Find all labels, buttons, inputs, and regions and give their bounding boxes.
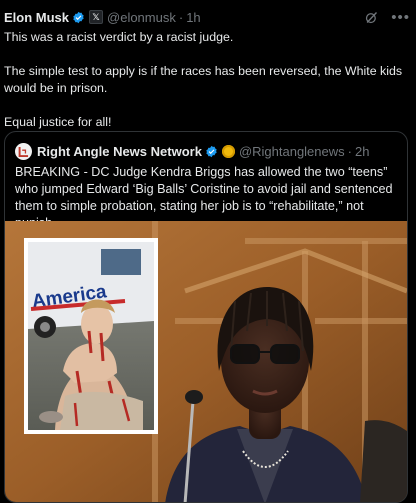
post[interactable]: Elon Musk 𝕏 @elonmusk · 1h ••• This was … <box>0 0 416 503</box>
quote-avatar[interactable] <box>15 142 32 160</box>
author-handle[interactable]: @elonmusk <box>107 10 176 25</box>
separator-dot: · <box>347 143 352 159</box>
author-name[interactable]: Elon Musk <box>4 10 69 25</box>
verified-badge-icon <box>73 11 84 23</box>
post-header: Elon Musk 𝕏 @elonmusk · 1h ••• <box>4 7 410 27</box>
inset-photo: America <box>24 238 158 434</box>
x-affiliate-badge-icon: 𝕏 <box>89 10 104 24</box>
grok-icon[interactable] <box>364 10 379 25</box>
post-text: This was a racist verdict by a racist ju… <box>4 29 409 131</box>
quote-time[interactable]: 2h <box>355 144 369 159</box>
right-angle-logo-icon <box>18 146 29 157</box>
quote-media[interactable]: America <box>5 221 407 502</box>
separator-dot: · <box>178 9 184 25</box>
verified-badge-icon <box>206 145 217 157</box>
post-time[interactable]: 1h <box>186 10 200 25</box>
gold-coin-badge-icon <box>221 144 235 158</box>
quote-author-name[interactable]: Right Angle News Network <box>37 144 202 159</box>
quote-header: Right Angle News Network @Rightanglenews… <box>15 142 399 160</box>
more-icon[interactable]: ••• <box>391 10 410 25</box>
quoted-post[interactable]: Right Angle News Network @Rightanglenews… <box>4 131 408 503</box>
quoted-photo: America <box>5 221 407 502</box>
quote-author-handle[interactable]: @Rightanglenews <box>239 144 345 159</box>
post-paragraph: This was a racist verdict by a racist ju… <box>4 30 234 44</box>
post-paragraph: The simple test to apply is if the races… <box>4 64 403 95</box>
header-actions: ••• <box>364 10 410 25</box>
post-paragraph: Equal justice for all! <box>4 115 112 129</box>
